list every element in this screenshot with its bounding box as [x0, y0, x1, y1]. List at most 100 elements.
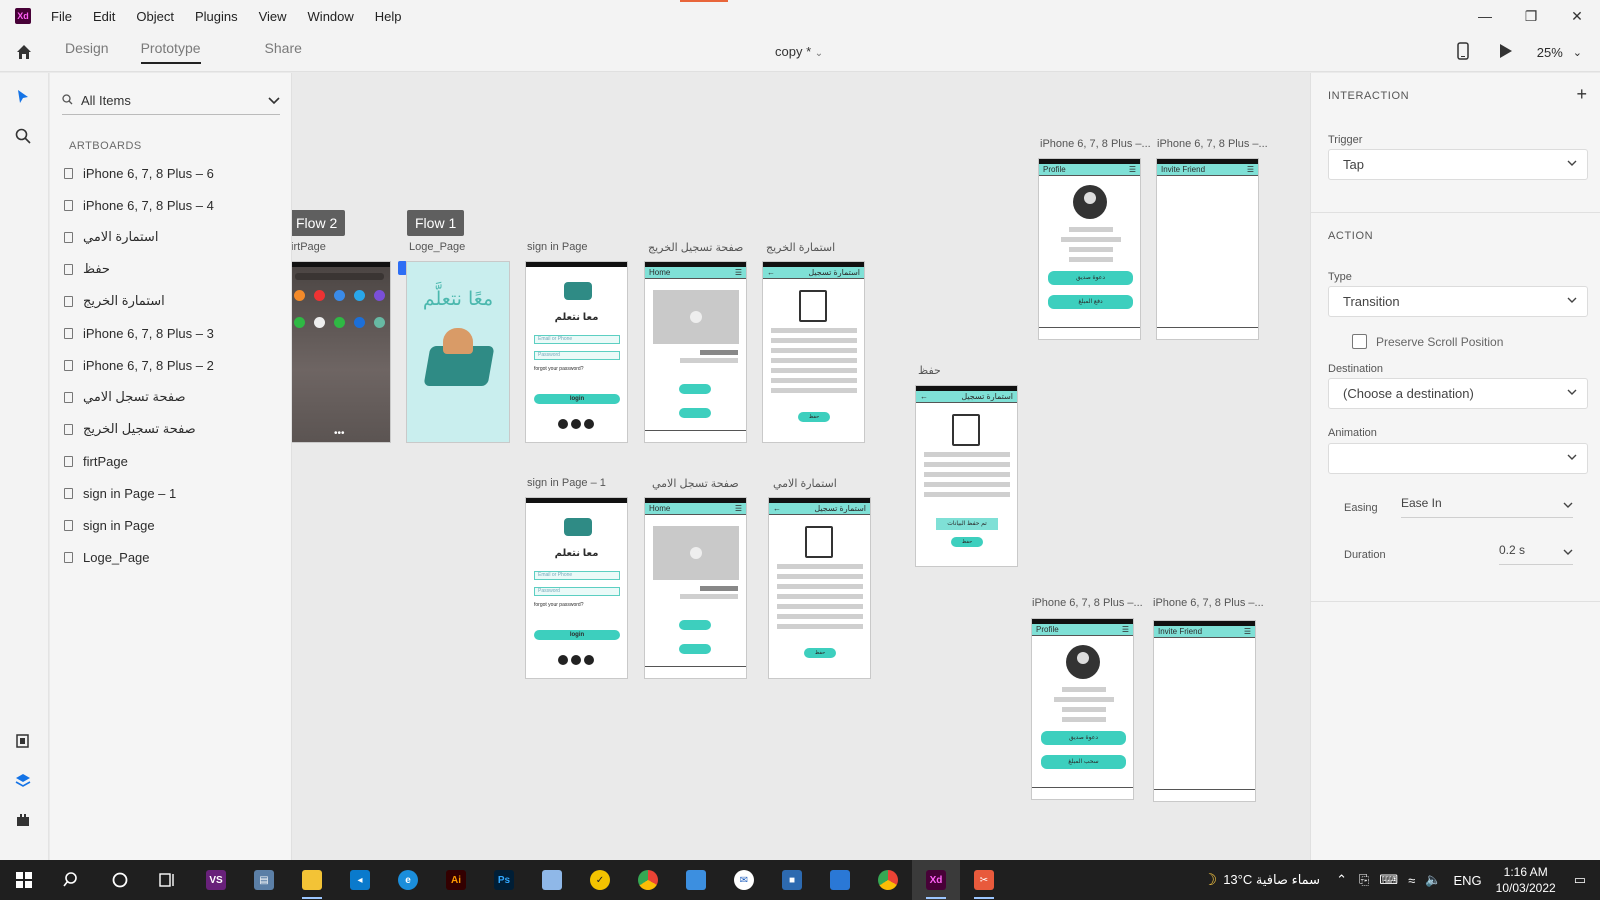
trigger-select[interactable]: Tap	[1328, 149, 1588, 180]
artboard-item[interactable]: استمارة الخريج	[64, 285, 284, 317]
duration-select[interactable]: 0.2 s	[1499, 543, 1573, 565]
add-interaction-icon[interactable]: +	[1576, 84, 1587, 105]
adobe-xd-taskbar-icon[interactable]: Xd	[912, 860, 960, 900]
artboard-invite-b[interactable]: Invite Friend ☰	[1153, 620, 1256, 802]
tab-share[interactable]: Share	[265, 40, 302, 64]
network-device-icon[interactable]: ⎘	[1359, 872, 1369, 888]
menu-file[interactable]: File	[51, 9, 72, 24]
preserve-scroll-checkbox[interactable]	[1352, 334, 1367, 349]
zoom-search-icon[interactable]	[15, 128, 31, 147]
tray-chevron-icon[interactable]: ⌃	[1336, 872, 1347, 888]
keyboard-icon[interactable]: ⌨	[1379, 872, 1398, 888]
mail-app-icon[interactable]: ✉	[720, 860, 768, 900]
artboard-grad-form[interactable]: ← استمارة تسجيل حفظ	[762, 261, 865, 443]
artboard-title-signin[interactable]: sign in Page	[527, 241, 588, 253]
notes-app-icon[interactable]	[528, 860, 576, 900]
snipping-tool-icon[interactable]: ✂	[960, 860, 1008, 900]
plugins-icon[interactable]	[15, 812, 31, 831]
artboard-item[interactable]: firtPage	[64, 445, 284, 477]
wifi-icon[interactable]: ≈	[1408, 873, 1415, 888]
artboard-invite-a[interactable]: Invite Friend ☰	[1156, 158, 1259, 340]
menu-help[interactable]: Help	[375, 9, 402, 24]
language-indicator[interactable]: ENG	[1453, 873, 1481, 888]
menu-edit[interactable]: Edit	[93, 9, 115, 24]
select-tool-icon[interactable]	[15, 89, 31, 108]
tab-design[interactable]: Design	[65, 40, 109, 64]
document-title[interactable]: copy * ⌄	[775, 44, 823, 59]
photoshop-icon[interactable]: Ps	[480, 860, 528, 900]
artboard-title-loge[interactable]: Loge_Page	[409, 241, 465, 253]
clock[interactable]: 1:16 AM 10/03/2022	[1496, 864, 1556, 896]
artboard-item[interactable]: iPhone 6, 7, 8 Plus – 6	[64, 157, 284, 189]
artboard-item[interactable]: sign in Page – 1	[64, 477, 284, 509]
zoom-level[interactable]: 25%	[1537, 45, 1563, 60]
artboard-sign-in-page[interactable]: معا نتعلم Email or Phone Password forgot…	[525, 261, 628, 443]
zoom-chevron-icon[interactable]: ⌄	[1573, 46, 1582, 59]
artboard-illit-register[interactable]: Home ☰	[644, 497, 747, 679]
tab-prototype[interactable]: Prototype	[140, 40, 233, 64]
destination-select[interactable]: (Choose a destination)	[1328, 378, 1588, 409]
cortana-icon[interactable]	[96, 860, 144, 900]
design-canvas[interactable]: Flow 2 Flow 1 firtPage Loge_Page sign in…	[292, 73, 1309, 860]
menu-plugins[interactable]: Plugins	[195, 9, 238, 24]
restore-icon[interactable]: ❐	[1508, 0, 1554, 32]
artboard-sign-in-page-1[interactable]: معا نتعلم Email or Phone Password forgot…	[525, 497, 628, 679]
artboard-title-grad-form[interactable]: استمارة الخريج	[766, 241, 835, 254]
close-icon[interactable]: ✕	[1554, 0, 1600, 32]
volume-icon[interactable]: 🔈	[1425, 872, 1441, 888]
artboard-profile-b[interactable]: Profile ☰ دعوة صديق سحب المبلغ	[1031, 618, 1134, 800]
artboard-item[interactable]: صفحة تسجل الامي	[64, 381, 284, 413]
artboard-item[interactable]: استمارة الامي	[64, 221, 284, 253]
layers-icon[interactable]	[15, 773, 31, 792]
norton-icon[interactable]: ✓	[576, 860, 624, 900]
file-explorer-icon[interactable]	[288, 860, 336, 900]
artboard-title-iphone-d[interactable]: iPhone 6, 7, 8 Plus –...	[1153, 597, 1264, 609]
vscode-icon[interactable]: ◂	[336, 860, 384, 900]
artboard-item[interactable]: iPhone 6, 7, 8 Plus – 3	[64, 317, 284, 349]
artboard-title-iphone-b[interactable]: iPhone 6, 7, 8 Plus –...	[1157, 138, 1268, 150]
chrome-icon[interactable]	[624, 860, 672, 900]
windows-start-icon[interactable]	[0, 860, 48, 900]
search-icon[interactable]	[48, 860, 96, 900]
artboard-title-illit-form[interactable]: استمارة الامي	[773, 477, 837, 490]
search-input[interactable]: All Items	[62, 87, 280, 115]
file-viewer-icon[interactable]: ▤	[240, 860, 288, 900]
home-icon[interactable]	[0, 43, 48, 61]
illustrator-icon[interactable]: Ai	[432, 860, 480, 900]
artboard-item[interactable]: sign in Page	[64, 509, 284, 541]
flow-1-label[interactable]: Flow 1	[407, 210, 465, 236]
artboard-grad-register[interactable]: Home ☰	[644, 261, 747, 443]
easing-select[interactable]: Ease In	[1401, 496, 1573, 518]
chevron-down-icon[interactable]	[268, 94, 280, 108]
virtualbox-icon[interactable]: ■	[768, 860, 816, 900]
artboard-firtpage[interactable]: •••	[292, 261, 391, 443]
notifications-icon[interactable]: ▭	[1574, 872, 1586, 888]
photos-icon[interactable]	[816, 860, 864, 900]
animation-select[interactable]	[1328, 443, 1588, 474]
artboard-title-grad-reg[interactable]: صفحة تسجيل الخريج	[648, 241, 743, 254]
artboard-profile-a[interactable]: Profile ☰ دعوة صديق دفع المبلغ	[1038, 158, 1141, 340]
artboard-title-signin-1[interactable]: sign in Page – 1	[527, 477, 606, 489]
document-assets-icon[interactable]	[15, 733, 31, 752]
type-select[interactable]: Transition	[1328, 286, 1588, 317]
artboard-title-firtpage[interactable]: firtPage	[292, 241, 326, 253]
artboard-title-illit-reg[interactable]: صفحة تسجل الامي	[652, 477, 739, 490]
artboard-item[interactable]: iPhone 6, 7, 8 Plus – 2	[64, 349, 284, 381]
task-view-icon[interactable]	[144, 860, 192, 900]
artboard-item[interactable]: Loge_Page	[64, 541, 284, 573]
artboard-item[interactable]: صفحة تسجيل الخريج	[64, 413, 284, 445]
play-preview-icon[interactable]	[1499, 43, 1513, 62]
artboard-item[interactable]: iPhone 6, 7, 8 Plus – 4	[64, 189, 284, 221]
minimize-icon[interactable]: —	[1462, 0, 1508, 32]
weather-moon-icon[interactable]: ☽	[1203, 870, 1217, 890]
artboard-save[interactable]: ← استمارة تسجيل تم حفظ البيانات حفظ	[915, 385, 1018, 567]
artboard-title-iphone-c[interactable]: iPhone 6, 7, 8 Plus –...	[1032, 597, 1143, 609]
chrome-profile-icon[interactable]	[864, 860, 912, 900]
menu-view[interactable]: View	[259, 9, 287, 24]
flow-2-label[interactable]: Flow 2	[292, 210, 346, 236]
artboard-title-save[interactable]: حفظ	[918, 364, 941, 377]
artboard-loge-page[interactable]: معًا نتعلَّم	[406, 261, 510, 443]
3d-viewer-icon[interactable]	[672, 860, 720, 900]
menu-window[interactable]: Window	[308, 9, 354, 24]
visual-studio-icon[interactable]: VS	[192, 860, 240, 900]
